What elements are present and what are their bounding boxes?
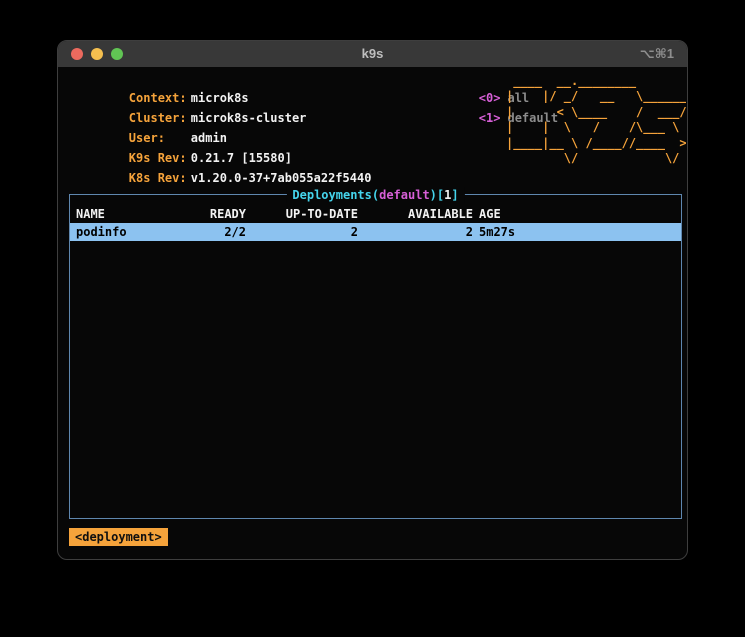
context-label: Context:: [129, 88, 191, 108]
table-title-namespace: default: [379, 188, 430, 202]
breadcrumb-deployment[interactable]: <deployment>: [69, 528, 168, 546]
window-titlebar[interactable]: k9s ⌥⌘1: [58, 41, 687, 67]
logo-line: |____|__ \ /____//____ >: [506, 136, 686, 151]
info-row-context: Context:microk8s: [71, 68, 371, 88]
k8s-rev-value: v1.20.0-37+7ab055a22f5440: [191, 171, 372, 185]
table-body: podinfo 2/2 2 2 5m27s: [70, 223, 681, 241]
table-title-separator: )[: [430, 188, 444, 202]
table-row-podinfo[interactable]: podinfo 2/2 2 2 5m27s: [70, 223, 681, 241]
user-value: admin: [191, 131, 227, 145]
column-header-up-to-date: UP-TO-DATE: [246, 205, 358, 223]
table-title-resource: Deployments(: [292, 188, 379, 202]
namespace-hotkey-1: <1>: [479, 111, 501, 125]
logo-line: | < \____ / ___/: [506, 105, 686, 120]
terminal-content: Context:microk8s Cluster:microk8s-cluste…: [59, 67, 686, 558]
user-label: User:: [129, 128, 191, 148]
cell-available: 2: [358, 223, 473, 241]
table-header-row: NAME READY UP-TO-DATE AVAILABLE AGE: [70, 205, 681, 223]
cluster-value: microk8s-cluster: [191, 111, 307, 125]
cell-age: 5m27s: [473, 223, 681, 241]
breadcrumb: <deployment>: [69, 528, 168, 546]
logo-line: | | \ / /\___ \: [506, 120, 686, 135]
logo-line: ____ __.________: [506, 74, 686, 89]
column-header-name: NAME: [76, 205, 196, 223]
window-shortcut-badge: ⌥⌘1: [640, 41, 674, 67]
table-title-bracket: ]: [451, 188, 458, 202]
context-value: microk8s: [191, 91, 249, 105]
deployments-table: Deployments(default)[1] NAME READY UP-TO…: [69, 194, 682, 519]
table-title-count: 1: [444, 188, 451, 202]
cluster-label: Cluster:: [129, 108, 191, 128]
k9s-ascii-logo: ____ __.________ | |/ _/ __ \______ | < …: [506, 74, 686, 166]
table-title: Deployments(default)[1]: [286, 187, 464, 203]
column-header-available: AVAILABLE: [358, 205, 473, 223]
cell-name: podinfo: [76, 223, 196, 241]
k9s-rev-value: 0.21.7 [15580]: [191, 151, 292, 165]
k8s-rev-label: K8s Rev:: [129, 168, 191, 188]
terminal-window: k9s ⌥⌘1 Context:microk8s Cluster:microk8…: [57, 40, 688, 560]
window-title: k9s: [58, 41, 687, 67]
cluster-info-panel: Context:microk8s Cluster:microk8s-cluste…: [71, 68, 371, 168]
column-header-age: AGE: [473, 205, 681, 223]
namespace-hotkey-0: <0>: [479, 91, 501, 105]
cell-up-to-date: 2: [246, 223, 358, 241]
cell-ready: 2/2: [196, 223, 246, 241]
k9s-rev-label: K9s Rev:: [129, 148, 191, 168]
logo-line: | |/ _/ __ \______: [506, 89, 686, 104]
column-header-ready: READY: [196, 205, 246, 223]
logo-line: \/ \/: [506, 151, 686, 166]
